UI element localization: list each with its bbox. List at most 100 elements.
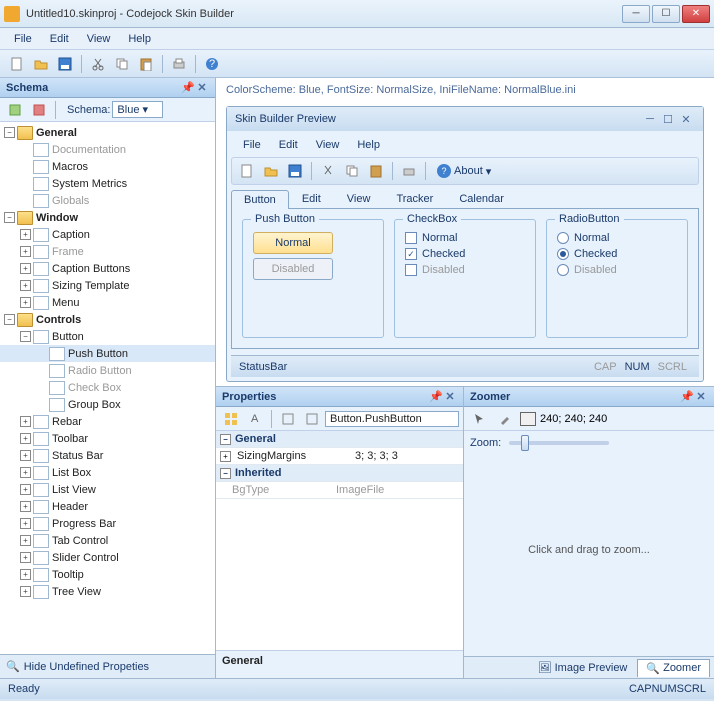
tree-item[interactable]: System Metrics xyxy=(0,175,215,192)
schema-tree[interactable]: −General Documentation Macros System Met… xyxy=(0,122,215,654)
preview-new-icon[interactable] xyxy=(236,160,258,182)
tree-item[interactable]: −Window xyxy=(0,209,215,226)
tree-item[interactable]: Globals xyxy=(0,192,215,209)
tree-item[interactable]: +Status Bar xyxy=(0,447,215,464)
properties-header: Properties 📌 ✕ xyxy=(216,387,463,407)
tree-item[interactable]: +Progress Bar xyxy=(0,515,215,532)
preview-menu-view[interactable]: View xyxy=(308,137,348,153)
tree-item[interactable]: Documentation xyxy=(0,141,215,158)
schema-delete-icon[interactable] xyxy=(28,99,50,121)
tree-item[interactable]: Macros xyxy=(0,158,215,175)
preview-copy-icon[interactable] xyxy=(341,160,363,182)
preview-paste-icon[interactable] xyxy=(365,160,387,182)
close-button[interactable]: ✕ xyxy=(682,5,710,23)
copy-icon[interactable] xyxy=(111,53,133,75)
tree-item[interactable]: +Sizing Template xyxy=(0,277,215,294)
maximize-button[interactable]: ☐ xyxy=(652,5,680,23)
pin-icon[interactable]: 📌 xyxy=(680,390,694,404)
menu-view[interactable]: View xyxy=(79,31,119,47)
color-value: 240; 240; 240 xyxy=(540,413,607,425)
cut-icon[interactable] xyxy=(87,53,109,75)
preview-save-icon[interactable] xyxy=(284,160,306,182)
props-tool2-icon[interactable] xyxy=(301,408,323,430)
new-icon[interactable] xyxy=(6,53,28,75)
panel-close-icon[interactable]: ✕ xyxy=(694,390,708,404)
menu-edit[interactable]: Edit xyxy=(42,31,77,47)
tree-item[interactable]: +Menu xyxy=(0,294,215,311)
tree-item[interactable]: Group Box xyxy=(0,396,215,413)
app-statusbar: Ready CAP NUM SCRL xyxy=(0,678,714,699)
tab-edit[interactable]: Edit xyxy=(289,189,334,208)
push-disabled-button: Disabled xyxy=(253,258,333,280)
menu-help[interactable]: Help xyxy=(120,31,159,47)
tree-item[interactable]: Radio Button xyxy=(0,362,215,379)
question-icon: ? xyxy=(437,164,451,178)
tab-tracker[interactable]: Tracker xyxy=(383,189,446,208)
alphabetical-icon[interactable]: A xyxy=(244,408,266,430)
check-normal[interactable]: Normal xyxy=(405,232,525,244)
help-icon[interactable]: ? xyxy=(201,53,223,75)
tree-item[interactable]: +Caption xyxy=(0,226,215,243)
tree-item[interactable]: +Tab Control xyxy=(0,532,215,549)
panel-close-icon[interactable]: ✕ xyxy=(443,390,457,404)
zoomer-header: Zoomer 📌 ✕ xyxy=(464,387,714,407)
tree-item[interactable]: −Button xyxy=(0,328,215,345)
schema-label: Schema: xyxy=(67,104,110,116)
tree-item[interactable]: +Toolbar xyxy=(0,430,215,447)
schema-select[interactable]: Blue ▾ xyxy=(112,101,163,118)
property-selector[interactable]: Button.PushButton xyxy=(325,411,459,427)
tree-item[interactable]: +Frame xyxy=(0,243,215,260)
tree-item[interactable]: +Tree View xyxy=(0,583,215,600)
preview-cut-icon[interactable] xyxy=(317,160,339,182)
svg-text:?: ? xyxy=(209,58,215,70)
preview-menu-edit[interactable]: Edit xyxy=(271,137,306,153)
print-icon[interactable] xyxy=(168,53,190,75)
property-grid[interactable]: −General +SizingMargins3; 3; 3; 3 −Inher… xyxy=(216,431,463,650)
tab-view[interactable]: View xyxy=(334,189,384,208)
check-disabled: Disabled xyxy=(405,264,525,276)
preview-minimize-icon[interactable]: ─ xyxy=(641,111,659,127)
open-icon[interactable] xyxy=(30,53,52,75)
panel-close-icon[interactable]: ✕ xyxy=(195,81,209,95)
tree-item[interactable]: +List Box xyxy=(0,464,215,481)
tab-button[interactable]: Button xyxy=(231,190,289,209)
preview-menu-help[interactable]: Help xyxy=(349,137,388,153)
minimize-button[interactable]: ─ xyxy=(622,5,650,23)
preview-menu-file[interactable]: File xyxy=(235,137,269,153)
tab-zoomer[interactable]: 🔍Zoomer xyxy=(637,659,710,677)
hide-undefined-button[interactable]: 🔍 Hide Undefined Propeties xyxy=(0,654,215,678)
tree-item[interactable]: +Tooltip xyxy=(0,566,215,583)
tree-item[interactable]: +Slider Control xyxy=(0,549,215,566)
tree-item[interactable]: +Header xyxy=(0,498,215,515)
push-normal-button[interactable]: Normal xyxy=(253,232,333,254)
save-icon[interactable] xyxy=(54,53,76,75)
paste-icon[interactable] xyxy=(135,53,157,75)
props-tool-icon[interactable] xyxy=(277,408,299,430)
tree-item-selected[interactable]: Push Button xyxy=(0,345,215,362)
radio-normal[interactable]: Normal xyxy=(557,232,677,244)
pin-icon[interactable]: 📌 xyxy=(181,81,195,95)
pin-icon[interactable]: 📌 xyxy=(429,390,443,404)
tab-calendar[interactable]: Calendar xyxy=(446,189,517,208)
zoom-pointer-icon[interactable] xyxy=(468,408,490,430)
tree-item[interactable]: +List View xyxy=(0,481,215,498)
preview-maximize-icon[interactable]: ☐ xyxy=(659,111,677,127)
preview-about-button[interactable]: ?About▾ xyxy=(431,162,497,180)
preview-tabstrip: Button Edit View Tracker Calendar xyxy=(231,189,699,209)
categorized-icon[interactable] xyxy=(220,408,242,430)
schema-add-icon[interactable] xyxy=(4,99,26,121)
menu-file[interactable]: File xyxy=(6,31,40,47)
tree-item[interactable]: −Controls xyxy=(0,311,215,328)
check-checked[interactable]: ✓Checked xyxy=(405,248,525,260)
radio-checked[interactable]: Checked xyxy=(557,248,677,260)
eyedropper-icon[interactable] xyxy=(494,408,516,430)
tab-image-preview[interactable]: 🖼Image Preview xyxy=(530,659,636,676)
tree-item[interactable]: +Rebar xyxy=(0,413,215,430)
preview-close-icon[interactable]: ✕ xyxy=(677,111,695,127)
tree-item[interactable]: Check Box xyxy=(0,379,215,396)
status-ready: Ready xyxy=(8,683,40,695)
preview-print-icon[interactable] xyxy=(398,160,420,182)
preview-open-icon[interactable] xyxy=(260,160,282,182)
tree-item[interactable]: +Caption Buttons xyxy=(0,260,215,277)
zoom-slider[interactable] xyxy=(509,441,609,445)
